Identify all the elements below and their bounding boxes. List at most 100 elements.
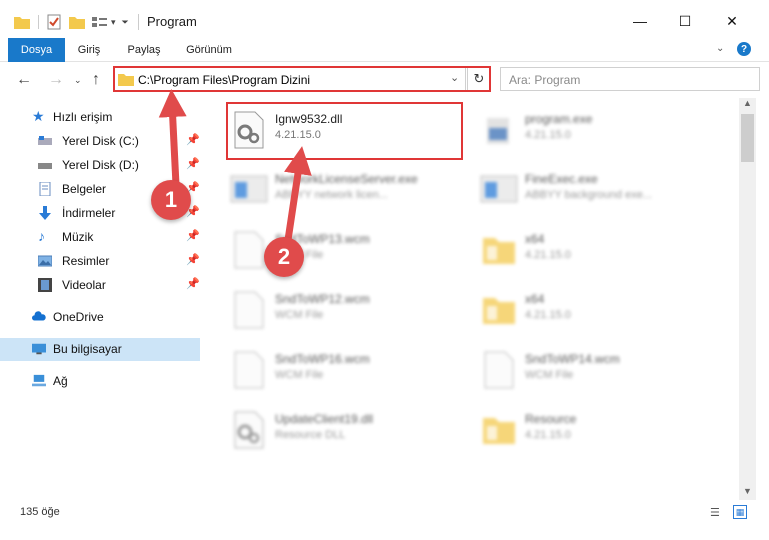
folder-icon: [483, 238, 515, 264]
nav-quick-access[interactable]: ★ Hızlı erişim: [0, 106, 200, 128]
file-version: 4.21.15.0: [525, 429, 571, 441]
new-folder-icon[interactable]: [69, 15, 85, 29]
file-icon: [484, 351, 514, 389]
file-icon: [234, 291, 264, 329]
forward-arrow-icon[interactable]: →: [48, 71, 64, 89]
tab-file[interactable]: Dosya: [8, 38, 65, 62]
nav-onedrive[interactable]: OneDrive: [0, 306, 200, 328]
nav-network[interactable]: Ağ: [0, 370, 200, 392]
file-item[interactable]: UpdateClient19.dll Resource DLL: [229, 402, 469, 458]
folder-icon: [483, 418, 515, 444]
file-item[interactable]: x64 4.21.15.0: [479, 282, 719, 338]
file-version: ABBYY network licen...: [275, 189, 388, 201]
dll-gear-icon: [234, 111, 264, 149]
view-options-icon[interactable]: [91, 15, 109, 29]
file-name: x64: [525, 292, 545, 306]
up-arrow-icon[interactable]: ↑: [92, 71, 100, 89]
status-bar: 135 öğe ☰ ▦: [0, 500, 769, 524]
file-item[interactable]: NetworkLicenseServer.exe ABBYY network l…: [229, 162, 469, 218]
nav-label: İndirmeler: [62, 206, 116, 220]
drive-icon: [38, 163, 52, 169]
pin-icon[interactable]: 📌: [186, 277, 200, 290]
file-name: UpdateClient19.dll: [275, 412, 374, 426]
nav-label: Belgeler: [62, 182, 107, 196]
tab-view[interactable]: Görünüm: [176, 38, 242, 62]
nav-label: Yerel Disk (C:): [62, 134, 139, 148]
file-item[interactable]: SndToWP12.wcm WCM File: [229, 282, 469, 338]
nav-label: Videolar: [62, 278, 106, 292]
scroll-down-icon[interactable]: ▼: [743, 486, 752, 496]
help-icon[interactable]: ?: [737, 42, 751, 56]
nav-disk-c[interactable]: Yerel Disk (C:) 📌: [0, 130, 200, 152]
search-input[interactable]: Ara: Program: [500, 67, 760, 91]
maximize-button[interactable]: ☐: [663, 6, 707, 36]
download-arrow-icon: [39, 206, 51, 220]
file-icon: [234, 231, 264, 269]
tab-share[interactable]: Paylaş: [116, 38, 172, 62]
expand-ribbon-icon[interactable]: ⌄: [716, 43, 724, 54]
address-bar[interactable]: C:\Program Files\Program Dizini ⌄: [113, 67, 466, 91]
nav-music[interactable]: ♪ Müzik 📌: [0, 226, 200, 248]
nav-disk-d[interactable]: Yerel Disk (D:) 📌: [0, 154, 200, 176]
nav-label: Hızlı erişim: [53, 110, 113, 124]
refresh-button[interactable]: ↻: [467, 67, 491, 91]
step-badge-1: 1: [151, 180, 191, 220]
search-placeholder: Ara: Program: [509, 73, 581, 87]
file-version: Resource DLL: [275, 429, 346, 441]
pin-icon[interactable]: 📌: [186, 229, 200, 242]
exe-icon: [487, 118, 509, 144]
dll-gear-icon: [234, 411, 264, 449]
file-item[interactable]: FineExec.exe ABBYY background exe...: [479, 162, 719, 218]
separator: [138, 14, 139, 30]
file-item[interactable]: SndToWP16.wcm WCM File: [229, 342, 469, 398]
chevron-down-icon[interactable]: ▾: [111, 17, 116, 28]
folder-icon[interactable]: [14, 15, 30, 29]
picture-icon: [38, 255, 52, 267]
computer-icon: [32, 343, 46, 355]
file-name: SndToWP16.wcm: [275, 352, 370, 366]
folder-icon: [118, 74, 134, 86]
ribbon-tabs: Dosya Giriş Paylaş Görünüm ⌄ ?: [0, 38, 769, 62]
file-name: program.exe: [525, 112, 593, 126]
scrollbar-thumb[interactable]: [741, 114, 754, 162]
vertical-scrollbar[interactable]: ▲ ▼: [739, 98, 756, 500]
film-icon: [38, 278, 52, 292]
quick-access-toolbar: ▾ ⏷: [14, 12, 129, 32]
file-item[interactable]: x64 4.21.15.0: [479, 222, 719, 278]
file-name: FineExec.exe: [525, 172, 598, 186]
customize-toolbar-icon[interactable]: ⏷: [122, 17, 129, 28]
file-version: WCM File: [275, 369, 324, 381]
back-arrow-icon[interactable]: ←: [16, 71, 32, 89]
document-icon: [39, 182, 51, 196]
music-note-icon: ♪: [38, 228, 45, 244]
details-view-icon[interactable]: ☰: [710, 506, 720, 519]
file-name: Resource: [525, 412, 577, 426]
tab-home[interactable]: Giriş: [66, 38, 112, 62]
navigation-pane: ★ Hızlı erişim Yerel Disk (C:) 📌 Yerel D…: [0, 100, 205, 500]
nav-videos[interactable]: Videolar 📌: [0, 274, 200, 296]
pin-icon[interactable]: 📌: [186, 157, 200, 170]
pin-icon[interactable]: 📌: [186, 253, 200, 266]
scroll-up-icon[interactable]: ▲: [743, 98, 752, 108]
properties-icon[interactable]: [47, 14, 61, 30]
file-version: WCM File: [275, 309, 324, 321]
close-button[interactable]: ✕: [710, 6, 754, 36]
address-dropdown-icon[interactable]: ⌄: [450, 71, 459, 84]
file-item-target-dll[interactable]: Ignw9532.dll 4.21.15.0: [229, 102, 469, 158]
file-version: 4.21.15.0: [275, 129, 321, 141]
file-name: Ignw9532.dll: [275, 112, 343, 126]
file-item[interactable]: program.exe 4.21.15.0: [479, 102, 719, 158]
pin-icon[interactable]: 📌: [186, 133, 200, 146]
recent-locations-icon[interactable]: ⌄: [74, 75, 82, 86]
nav-this-pc[interactable]: Bu bilgisayar: [0, 338, 200, 361]
file-item[interactable]: Resource 4.21.15.0: [479, 402, 719, 458]
file-icon: [234, 351, 264, 389]
minimize-button[interactable]: —: [618, 6, 662, 36]
address-row: ← → ⌄ ↑ C:\Program Files\Program Dizini …: [0, 62, 769, 98]
address-path: C:\Program Files\Program Dizini: [138, 73, 311, 87]
file-item[interactable]: SndToWP14.wcm WCM File: [479, 342, 719, 398]
nav-pictures[interactable]: Resimler 📌: [0, 250, 200, 272]
nav-label: Bu bilgisayar: [53, 342, 122, 356]
nav-label: Yerel Disk (D:): [62, 158, 139, 172]
large-icons-view-icon[interactable]: ▦: [733, 505, 747, 519]
